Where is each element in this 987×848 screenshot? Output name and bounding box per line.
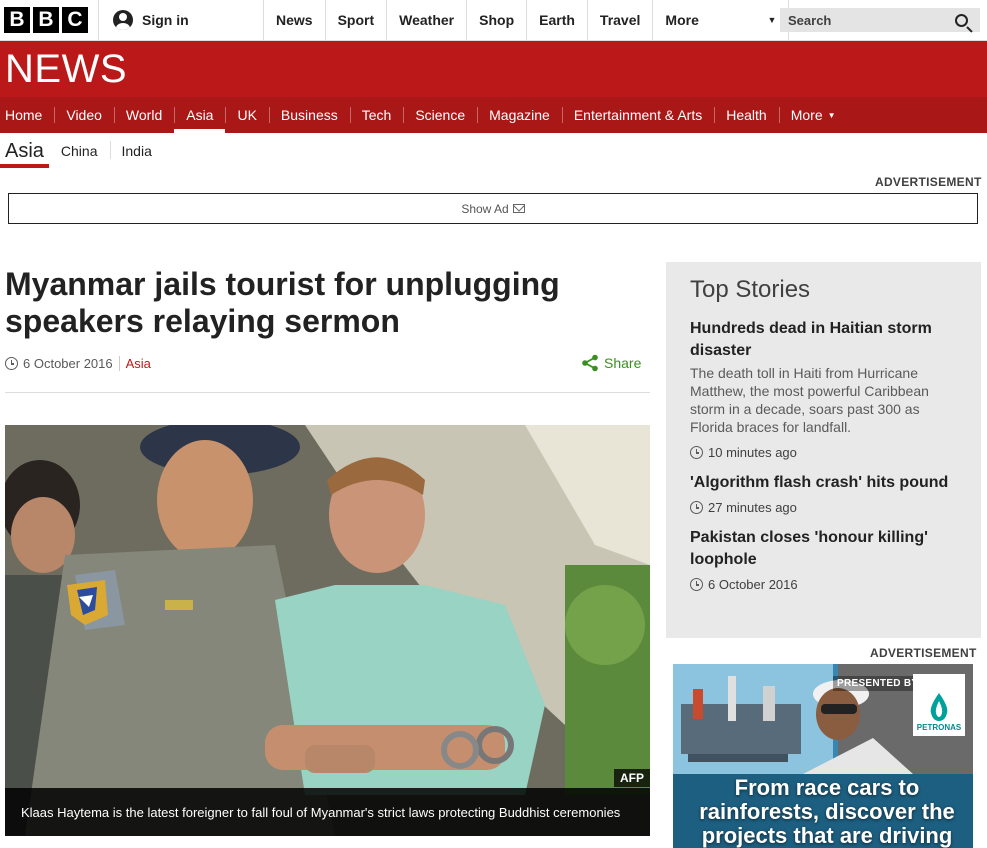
top-story-item: 'Algorithm flash crash' hits pound 27 mi… (690, 472, 957, 515)
section-nav-science[interactable]: Science (403, 97, 477, 133)
bbc-logo-letter-b1: B (4, 7, 30, 33)
bbc-logo-letter-c: C (62, 7, 88, 33)
image-caption: Klaas Haytema is the latest foreigner to… (5, 788, 650, 836)
article-photo-illustration (5, 425, 650, 836)
user-icon (113, 10, 133, 30)
envelope-icon (512, 204, 525, 213)
petronas-drop-icon (930, 693, 948, 721)
article-divider (5, 392, 650, 393)
chevron-down-icon: ▼ (767, 15, 777, 25)
promo-headline: From race cars to rainforests, discover … (699, 775, 955, 848)
show-ad-label: Show Ad (461, 201, 509, 216)
top-story-time: 27 minutes ago (708, 500, 797, 515)
share-button[interactable]: Share (581, 354, 641, 372)
top-story-summary: The death toll in Haiti from Hurricane M… (690, 365, 929, 435)
section-nav-health[interactable]: Health (714, 97, 778, 133)
show-ad-button[interactable]: Show Ad (8, 193, 978, 224)
topnav-shop[interactable]: Shop (467, 0, 528, 40)
top-story-title[interactable]: Pakistan closes 'honour killing' loophol… (690, 529, 928, 568)
article-date: 6 October 2016 (23, 356, 113, 371)
bbc-logo-letter-b2: B (33, 7, 59, 33)
top-story-item: Pakistan closes 'honour killing' loophol… (690, 527, 957, 592)
section-nav-home[interactable]: Home (0, 97, 54, 133)
topnav-earth[interactable]: Earth (527, 0, 588, 40)
sponsored-promo[interactable]: PRESENTED BY PETRONAS From race cars to … (673, 664, 973, 848)
sign-in-label: Sign in (142, 12, 189, 28)
section-nav-more-button[interactable]: More ▼ (778, 97, 848, 133)
petronas-logo: PETRONAS (913, 674, 965, 736)
section-nav-magazine[interactable]: Magazine (477, 97, 562, 133)
asia-subnav: Asia China India (0, 133, 987, 169)
section-nav-uk[interactable]: UK (225, 97, 268, 133)
top-stories-panel: Top Stories Hundreds dead in Haitian sto… (666, 262, 981, 638)
subnav-india[interactable]: India (109, 141, 164, 159)
article-meta: 6 October 2016 Asia (5, 356, 151, 371)
image-credit: AFP (614, 769, 650, 787)
article-section-link[interactable]: Asia (126, 356, 151, 371)
article-headline: Myanmar jails tourist for unplugging spe… (5, 266, 560, 339)
clock-icon (690, 446, 703, 459)
top-stories-heading: Top Stories (690, 276, 811, 303)
topnav-weather[interactable]: Weather (387, 0, 468, 40)
clock-icon (5, 357, 18, 370)
section-navigation: Home Video World Asia UK Business Tech S… (0, 97, 987, 133)
top-story-time: 10 minutes ago (708, 445, 797, 460)
share-label: Share (604, 355, 642, 371)
clock-icon (690, 501, 703, 514)
presented-by-label: PRESENTED BY (833, 676, 923, 691)
advertisement-label: ADVERTISEMENT (875, 175, 982, 189)
bbc-logo[interactable]: B B C (4, 7, 88, 33)
top-navigation: News Sport Weather Shop Earth Travel Mor… (264, 0, 790, 40)
sign-in-link[interactable]: Sign in (98, 0, 264, 40)
topnav-sport[interactable]: Sport (326, 0, 388, 40)
bbc-masthead: B B C Sign in News Sport Weather Shop Ea… (0, 0, 987, 41)
top-story-time: 6 October 2016 (708, 577, 798, 592)
topnav-news[interactable]: News (264, 0, 326, 40)
top-story-timestamp: 6 October 2016 (690, 577, 957, 592)
share-icon (582, 354, 598, 372)
news-banner: NEWS (0, 41, 987, 97)
top-story-timestamp: 10 minutes ago (690, 445, 957, 460)
section-nav-world[interactable]: World (113, 97, 174, 133)
subnav-china[interactable]: China (49, 143, 110, 159)
section-nav-tech[interactable]: Tech (349, 97, 404, 133)
sidebar-advertisement-label: ADVERTISEMENT (870, 646, 977, 660)
section-nav-asia[interactable]: Asia (174, 97, 226, 133)
search-placeholder: Search (788, 12, 832, 28)
section-nav-video[interactable]: Video (54, 97, 114, 133)
section-nav-business[interactable]: Business (268, 97, 350, 133)
top-story-title[interactable]: Hundreds dead in Haitian storm disaster (690, 320, 932, 359)
topnav-more-label: More (665, 12, 699, 28)
top-story-timestamp: 27 minutes ago (690, 500, 957, 515)
search-input[interactable]: Search (780, 8, 980, 32)
meta-divider (118, 356, 120, 371)
article-image: AFP Klaas Haytema is the latest foreigne… (5, 425, 650, 836)
news-wordmark[interactable]: NEWS (5, 49, 127, 89)
sponsor-name: PETRONAS (916, 723, 962, 732)
caret-down-icon: ▼ (827, 110, 836, 120)
search-icon[interactable] (955, 13, 968, 27)
section-nav-entertainment-arts[interactable]: Entertainment & Arts (561, 97, 714, 133)
top-story-title[interactable]: 'Algorithm flash crash' hits pound (690, 474, 948, 491)
topnav-travel[interactable]: Travel (588, 0, 654, 40)
section-nav-more-label: More (790, 107, 823, 123)
subnav-current-asia[interactable]: Asia (0, 133, 49, 169)
top-story-item: Hundreds dead in Haitian storm disaster … (690, 318, 957, 460)
topnav-more-button[interactable]: More ▼ (653, 0, 790, 40)
clock-icon (690, 578, 703, 591)
